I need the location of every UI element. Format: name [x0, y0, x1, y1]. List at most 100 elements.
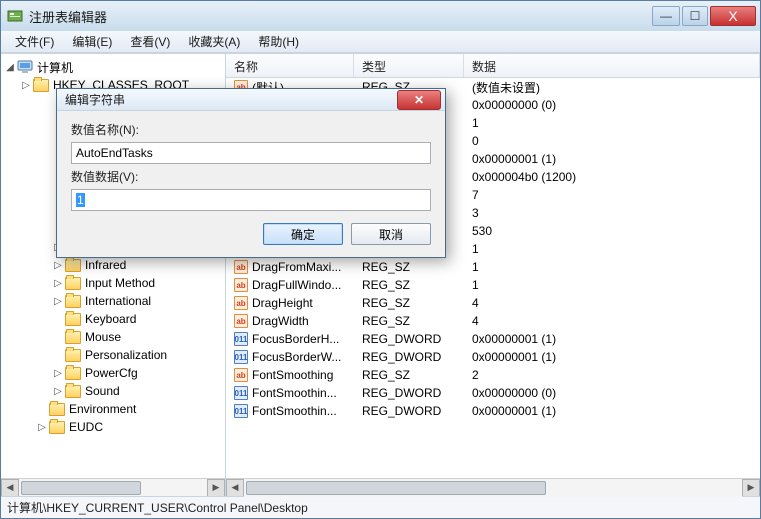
tree-item[interactable]: Mouse: [53, 328, 223, 346]
tree-root[interactable]: ◢ 计算机: [5, 58, 223, 76]
tree-item[interactable]: ▷ Sound: [53, 382, 223, 400]
value-name: FontSmoothing: [252, 368, 333, 382]
value-data: 0: [464, 134, 760, 148]
table-row[interactable]: abDragFromMaxi...REG_SZ1: [226, 258, 760, 276]
tree-label: Infrared: [83, 258, 128, 272]
window-close-button[interactable]: X: [710, 6, 756, 26]
table-row[interactable]: abDragFullWindo...REG_SZ1: [226, 276, 760, 294]
tree-label: Personalization: [83, 348, 169, 362]
maximize-button[interactable]: ☐: [682, 6, 708, 26]
table-row[interactable]: 011FontSmoothin...REG_DWORD0x00000001 (1…: [226, 402, 760, 420]
scroll-right-button[interactable]: ▶: [207, 479, 225, 497]
table-row[interactable]: 011FontSmoothin...REG_DWORD0x00000000 (0…: [226, 384, 760, 402]
value-data-input[interactable]: 1: [71, 189, 431, 211]
edit-string-dialog: 编辑字符串 ✕ 数值名称(N): 数值数据(V): 1 确定 取消: [56, 88, 446, 258]
tree-environment[interactable]: Environment: [21, 400, 223, 418]
menu-help[interactable]: 帮助(H): [250, 31, 307, 52]
tree-label: International: [83, 294, 153, 308]
status-path: 计算机\HKEY_CURRENT_USER\Control Panel\Desk…: [7, 499, 308, 516]
menu-edit[interactable]: 编辑(E): [64, 31, 120, 52]
tree-label: Input Method: [83, 276, 157, 290]
value-data: 2: [464, 368, 760, 382]
cancel-button[interactable]: 取消: [351, 223, 431, 245]
scroll-thumb[interactable]: [246, 481, 546, 495]
folder-icon: [65, 277, 81, 290]
folder-icon: [65, 295, 81, 308]
app-icon: [7, 8, 23, 24]
value-data: (数值未设置): [464, 79, 760, 96]
tree-hscrollbar[interactable]: ◀ ▶: [1, 478, 225, 496]
column-data[interactable]: 数据: [464, 54, 760, 77]
table-row[interactable]: abDragHeightREG_SZ4: [226, 294, 760, 312]
tree-label: Mouse: [83, 330, 123, 344]
scroll-track[interactable]: [19, 479, 207, 497]
value-type: REG_DWORD: [354, 350, 464, 364]
value-data: 530: [464, 224, 760, 238]
value-name-input[interactable]: [71, 142, 431, 164]
value-data: 0x00000000 (0): [464, 386, 760, 400]
scroll-left-button[interactable]: ◀: [226, 479, 244, 497]
dialog-titlebar[interactable]: 编辑字符串 ✕: [57, 89, 445, 111]
value-data: 1: [464, 260, 760, 274]
scroll-left-button[interactable]: ◀: [1, 479, 19, 497]
expand-icon[interactable]: ▷: [53, 386, 63, 396]
table-row[interactable]: 011FocusBorderH...REG_DWORD0x00000001 (1…: [226, 330, 760, 348]
expand-icon[interactable]: ▷: [53, 368, 63, 378]
value-data: 0x00000001 (1): [464, 350, 760, 364]
value-data: 0x00000001 (1): [464, 152, 760, 166]
binary-value-icon: 011: [234, 332, 248, 346]
value-data-label: 数值数据(V):: [71, 168, 431, 185]
column-name[interactable]: 名称: [226, 54, 354, 77]
column-type[interactable]: 类型: [354, 54, 464, 77]
expand-icon[interactable]: ▷: [37, 422, 47, 432]
binary-value-icon: 011: [234, 404, 248, 418]
tree-item[interactable]: ▷ Infrared: [53, 256, 223, 274]
value-name: FontSmoothin...: [252, 386, 337, 400]
tree-item[interactable]: ▷ Input Method: [53, 274, 223, 292]
menu-favorites[interactable]: 收藏夹(A): [180, 31, 248, 52]
value-data: 0x00000001 (1): [464, 404, 760, 418]
table-row[interactable]: abDragWidthREG_SZ4: [226, 312, 760, 330]
scroll-track[interactable]: [244, 479, 742, 497]
binary-value-icon: 011: [234, 386, 248, 400]
string-value-icon: ab: [234, 278, 248, 292]
menu-view[interactable]: 查看(V): [122, 31, 178, 52]
table-row[interactable]: abFontSmoothingREG_SZ2: [226, 366, 760, 384]
list-hscrollbar[interactable]: ◀ ▶: [226, 478, 760, 496]
menu-bar: 文件(F) 编辑(E) 查看(V) 收藏夹(A) 帮助(H): [1, 31, 760, 53]
tree-item[interactable]: ▷ International: [53, 292, 223, 310]
title-bar[interactable]: 注册表编辑器 — ☐ X: [1, 1, 760, 31]
tree-item[interactable]: Keyboard: [53, 310, 223, 328]
collapse-icon[interactable]: ◢: [5, 62, 15, 72]
table-row[interactable]: 011FocusBorderW...REG_DWORD0x00000001 (1…: [226, 348, 760, 366]
tree-eudc[interactable]: ▷ EUDC: [21, 418, 223, 436]
value-name: DragFromMaxi...: [252, 260, 341, 274]
value-name: FocusBorderW...: [252, 350, 341, 364]
scroll-thumb[interactable]: [21, 481, 141, 495]
value-type: REG_SZ: [354, 314, 464, 328]
dialog-title: 编辑字符串: [65, 91, 397, 108]
tree-label: Sound: [83, 384, 122, 398]
ok-button[interactable]: 确定: [263, 223, 343, 245]
expand-icon[interactable]: ▷: [53, 260, 63, 270]
value-type: REG_SZ: [354, 278, 464, 292]
scroll-right-button[interactable]: ▶: [742, 479, 760, 497]
minimize-button[interactable]: —: [652, 6, 680, 26]
menu-file[interactable]: 文件(F): [7, 31, 62, 52]
expand-icon[interactable]: ▷: [53, 296, 63, 306]
tree-item[interactable]: ▷ PowerCfg: [53, 364, 223, 382]
string-value-icon: ab: [234, 314, 248, 328]
dialog-close-button[interactable]: ✕: [397, 90, 441, 110]
folder-icon: [49, 421, 65, 434]
tree-label: PowerCfg: [83, 366, 140, 380]
expand-icon[interactable]: ▷: [21, 80, 31, 90]
folder-icon: [49, 403, 65, 416]
tree-item[interactable]: Personalization: [53, 346, 223, 364]
string-value-icon: ab: [234, 368, 248, 382]
value-data: 4: [464, 314, 760, 328]
value-name: FocusBorderH...: [252, 332, 339, 346]
value-data: 0x00000000 (0): [464, 98, 760, 112]
expand-icon[interactable]: ▷: [53, 278, 63, 288]
string-value-icon: ab: [234, 260, 248, 274]
tree-label: Environment: [67, 402, 138, 416]
